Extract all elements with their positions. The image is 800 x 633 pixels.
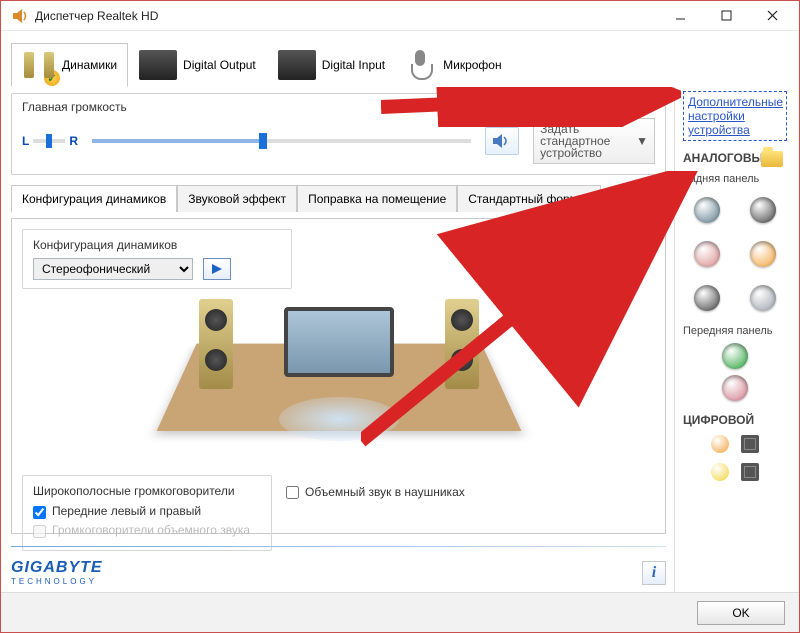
rear-jack-3[interactable] xyxy=(750,241,776,267)
rear-jack-0[interactable] xyxy=(694,197,720,223)
front-panel-label: Передняя панель xyxy=(683,325,787,337)
balance-control[interactable]: L R xyxy=(22,134,78,148)
footer: OK xyxy=(1,592,799,632)
close-button[interactable] xyxy=(749,2,795,30)
tab-digital-input-label: Digital Input xyxy=(322,58,385,72)
wideband-title: Широкополосные громкоговорители xyxy=(33,484,261,498)
speaker-config-group: Конфигурация динамиков Стереофонический xyxy=(22,229,292,289)
balance-r-label: R xyxy=(69,134,78,148)
maximize-button[interactable] xyxy=(703,2,749,30)
brand-logo: GIGABYTE TECHNOLOGY xyxy=(11,559,103,586)
digital-in-icon xyxy=(278,50,316,80)
rear-jack-2[interactable] xyxy=(694,241,720,267)
titlebar: Диспетчер Realtek HD xyxy=(1,1,799,31)
play-icon xyxy=(211,263,223,275)
set-default-device-button[interactable]: Задать стандартное устройство ▼ xyxy=(533,118,655,164)
speaker-app-icon xyxy=(11,7,29,25)
tab-sound-effect[interactable]: Звуковой эффект xyxy=(177,185,297,212)
divider xyxy=(11,546,666,547)
balance-l-label: L xyxy=(22,134,29,148)
connector-settings-icon[interactable] xyxy=(761,151,783,167)
speaker-config-title: Конфигурация динамиков xyxy=(33,238,281,252)
headphone-surround-input[interactable] xyxy=(286,486,299,499)
headphone-surround-label: Объемный звук в наушниках xyxy=(305,485,465,499)
tab-room-correction[interactable]: Поправка на помещение xyxy=(297,185,457,212)
brand-name: GIGABYTE xyxy=(11,559,103,577)
front-lr-checkbox[interactable]: Передние левый и правый xyxy=(33,504,261,519)
sound-icon xyxy=(492,133,512,149)
set-default-label: Задать стандартное устройство xyxy=(540,123,630,159)
tab-default-format[interactable]: Стандартный формат xyxy=(457,185,601,212)
tab-microphone[interactable]: Микрофон xyxy=(396,43,512,87)
tab-digital-output[interactable]: Digital Output xyxy=(128,43,267,87)
device-tabstrip: ✓ Динамики Digital Output Digital Input … xyxy=(11,39,789,87)
config-tabstrip: Конфигурация динамиков Звуковой эффект П… xyxy=(11,185,666,212)
app-window: Диспетчер Realtek HD ✓ Динамики Digital … xyxy=(0,0,800,633)
digital-coax-0[interactable] xyxy=(709,433,731,455)
rear-jack-5[interactable] xyxy=(750,285,776,311)
test-play-button[interactable] xyxy=(203,258,231,280)
connectors-panel: Дополнительные настройки устройства АНАЛ… xyxy=(674,87,789,592)
rear-jack-4[interactable] xyxy=(694,285,720,311)
main-volume-title: Главная громкость xyxy=(22,100,655,114)
scene-tv-icon xyxy=(284,307,394,377)
digital-optical-1[interactable] xyxy=(739,461,761,483)
scene-right-speaker[interactable] xyxy=(445,299,479,389)
tab-speakers-label: Динамики xyxy=(62,58,117,72)
advanced-device-settings-link[interactable]: Дополнительные настройки устройства xyxy=(683,91,787,141)
volume-slider[interactable] xyxy=(92,139,471,143)
front-jack-1[interactable] xyxy=(722,375,748,401)
rear-panel-label: Задняя панель xyxy=(683,173,787,185)
scene-left-speaker[interactable] xyxy=(199,299,233,389)
front-lr-input[interactable] xyxy=(33,506,46,519)
speaker-scene-3d xyxy=(22,297,655,467)
info-button[interactable]: i xyxy=(642,561,666,585)
mute-button[interactable] xyxy=(485,127,519,155)
digital-out-icon xyxy=(139,50,177,80)
digital-optical-0[interactable] xyxy=(739,433,761,455)
balance-slider[interactable] xyxy=(33,139,65,143)
surround-speakers-input xyxy=(33,525,46,538)
default-check-icon: ✓ xyxy=(44,70,60,86)
speakers-icon: ✓ xyxy=(22,48,56,82)
digital-coax-1[interactable] xyxy=(709,461,731,483)
config-panel: Конфигурация динамиков Стереофонический xyxy=(11,218,666,534)
chevron-down-icon: ▼ xyxy=(636,134,648,148)
surround-speakers-label: Громкоговорители объемного звука xyxy=(52,523,250,537)
surround-speakers-checkbox[interactable]: Громкоговорители объемного звука xyxy=(33,523,261,538)
headphone-surround-checkbox[interactable]: Объемный звук в наушниках xyxy=(286,485,465,499)
window-title: Диспетчер Realtek HD xyxy=(35,9,657,23)
tab-digital-input[interactable]: Digital Input xyxy=(267,43,396,87)
minimize-button[interactable] xyxy=(657,2,703,30)
tab-speakers[interactable]: ✓ Динамики xyxy=(11,43,128,87)
tab-speaker-config[interactable]: Конфигурация динамиков xyxy=(11,185,177,212)
brand-sub: TECHNOLOGY xyxy=(11,577,103,586)
front-lr-label: Передние левый и правый xyxy=(52,504,201,518)
speaker-config-select[interactable]: Стереофонический xyxy=(33,258,193,280)
wideband-group: Широкополосные громкоговорители Передние… xyxy=(22,475,272,551)
digital-title: ЦИФРОВОЙ xyxy=(683,413,787,427)
tab-microphone-label: Микрофон xyxy=(443,58,501,72)
main-volume-group: Главная громкость L R xyxy=(11,93,666,175)
ok-button[interactable]: OK xyxy=(697,601,785,625)
rear-jack-1[interactable] xyxy=(750,197,776,223)
tab-digital-output-label: Digital Output xyxy=(183,58,256,72)
front-jack-0[interactable] xyxy=(722,343,748,369)
microphone-icon xyxy=(407,50,437,80)
